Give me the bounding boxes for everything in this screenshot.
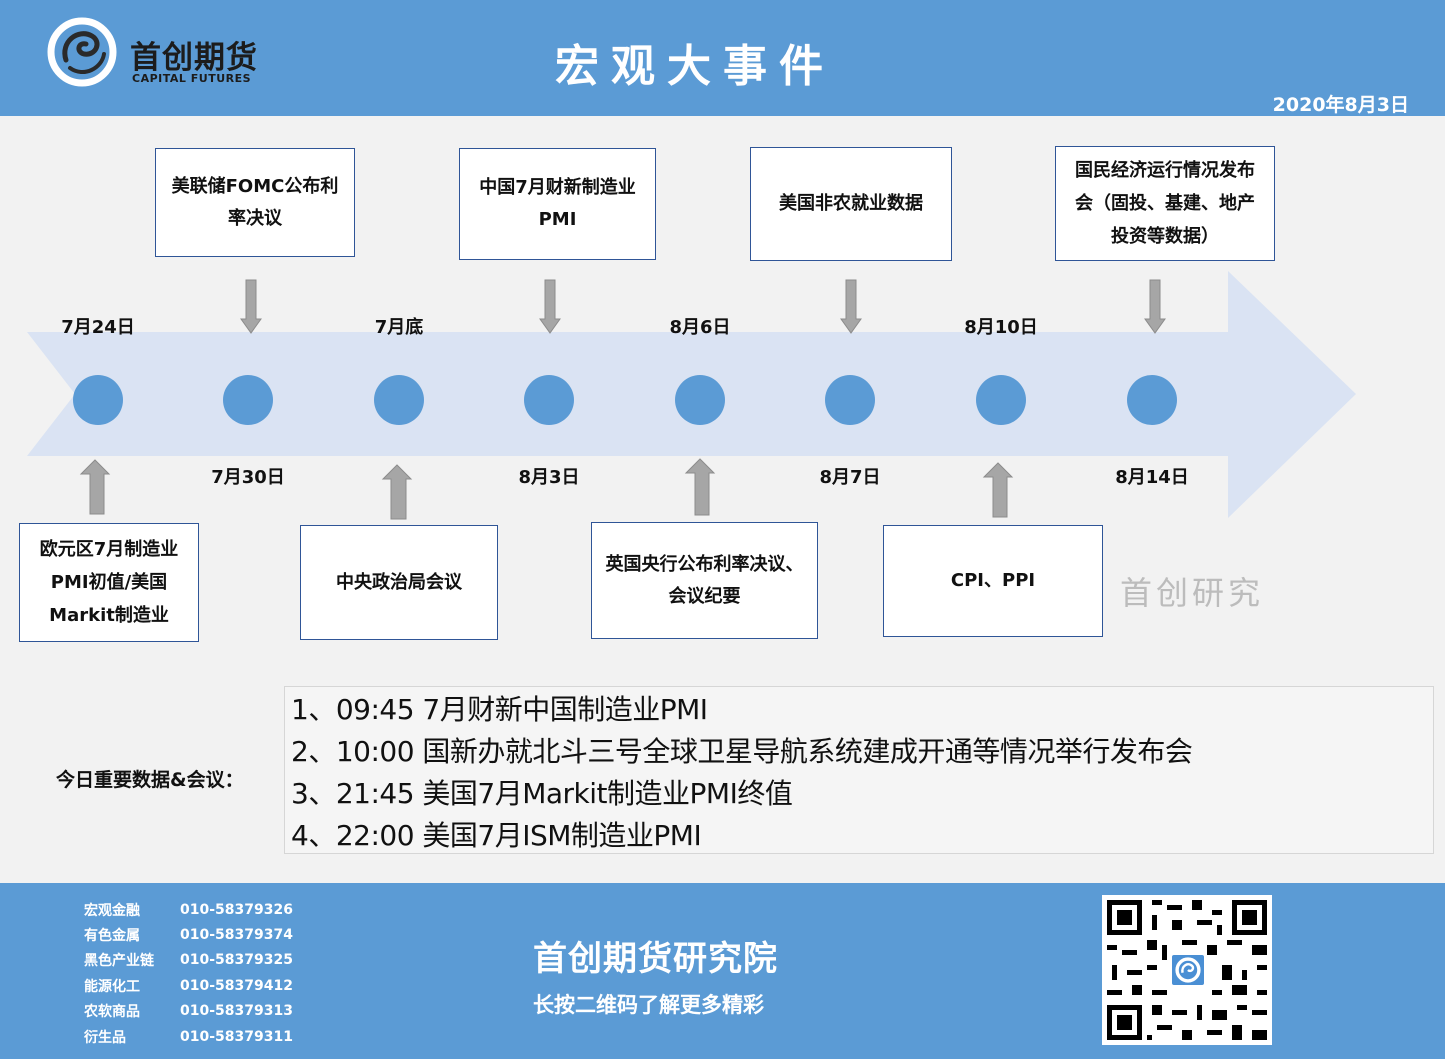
- event-text: 率决议: [227, 207, 282, 229]
- event-text: 国民经济运行情况发布: [1075, 160, 1255, 181]
- timeline-dot: [524, 375, 574, 425]
- event-text: PMI: [538, 209, 577, 230]
- timeline-dot: [976, 375, 1026, 425]
- contact-phone[interactable]: 010-58379374: [180, 927, 293, 943]
- contact-phone[interactable]: 010-58379326: [180, 902, 293, 918]
- timeline-dot: [73, 375, 123, 425]
- contact-department: 农软商品: [84, 1004, 140, 1021]
- event-box-cpi-ppi: CPI、PPI: [883, 525, 1103, 637]
- contact-row: 有色金属 010-58379374: [84, 922, 293, 947]
- contact-phone[interactable]: 010-58379325: [180, 952, 293, 968]
- event-box-nonfarm: 美国非农就业数据: [750, 147, 952, 261]
- event-text: 英国央行公布利率决议、: [605, 553, 804, 575]
- event-text: CPI、PPI: [950, 570, 1036, 591]
- event-text: 美国非农就业数据: [779, 193, 923, 214]
- contact-row: 黑色产业链 010-58379325: [84, 948, 293, 973]
- down-arrow-icon: [539, 279, 561, 334]
- schedule-item: 4、22:00 美国7月ISM制造业PMI: [291, 819, 702, 852]
- up-arrow-icon: [79, 459, 111, 515]
- contact-department: 衍生品: [84, 1029, 126, 1046]
- today-label: 今日重要数据&会议：: [56, 769, 244, 791]
- logo-swirl-icon: [1175, 957, 1201, 983]
- event-text: Markit制造业: [49, 605, 169, 626]
- date-label-top: 8月6日: [669, 317, 731, 338]
- contact-phone[interactable]: 010-58379311: [180, 1029, 293, 1045]
- down-arrow-icon: [1144, 279, 1166, 334]
- contact-row: 能源化工 010-58379412: [84, 973, 293, 998]
- date-label-bottom: 7月30日: [211, 467, 285, 488]
- event-box-caixin-pmi: 中国7月财新制造业 PMI: [459, 148, 656, 260]
- report-date: 2020年8月3日: [1272, 94, 1409, 116]
- timeline-dot: [825, 375, 875, 425]
- date-label-top: 7月底: [374, 317, 424, 338]
- event-text: 美联储FOMC公布利: [171, 175, 339, 197]
- contact-department: 黑色产业链: [84, 953, 154, 970]
- contact-department: 宏观金融: [84, 902, 140, 919]
- contact-row: 宏观金融 010-58379326: [84, 897, 293, 922]
- down-arrow-icon: [240, 279, 262, 334]
- event-box-eurozone-pmi: 欧元区7月制造业 PMI初值/美国 Markit制造业: [19, 523, 199, 642]
- qr-logo-icon: [1170, 953, 1206, 987]
- date-label-bottom: 8月14日: [1115, 467, 1189, 488]
- header-banner: 首创期货 CAPITAL FUTURES 宏观大事件 2020年8月3日: [0, 0, 1445, 116]
- contact-department: 能源化工: [84, 978, 140, 995]
- timeline-dot: [675, 375, 725, 425]
- contact-phone[interactable]: 010-58379313: [180, 1003, 293, 1019]
- qr-code[interactable]: [1102, 895, 1272, 1045]
- event-text: PMI初值/美国: [50, 572, 168, 593]
- event-text: 会议纪要: [668, 585, 741, 607]
- watermark-text: 首创研究: [1120, 574, 1265, 612]
- date-label-bottom: 8月3日: [518, 467, 580, 488]
- event-text: 欧元区7月制造业: [39, 539, 179, 560]
- contact-list: 宏观金融 010-58379326 有色金属 010-58379374 黑色产业链 0…: [84, 897, 293, 1049]
- event-text: 投资等数据）: [1111, 226, 1219, 247]
- up-arrow-icon: [684, 458, 716, 516]
- event-box-boe-rate: 英国央行公布利率决议、 会议纪要: [591, 522, 818, 639]
- event-box-economy-briefing: 国民经济运行情况发布 会（固投、基建、地产 投资等数据）: [1055, 146, 1275, 261]
- date-label-bottom: 8月7日: [819, 467, 881, 488]
- down-arrow-icon: [840, 279, 862, 334]
- event-box-politburo: 中央政治局会议: [300, 525, 498, 640]
- event-box-fomc: 美联储FOMC公布利 率决议: [155, 148, 355, 257]
- contact-row: 衍生品 010-58379311: [84, 1024, 293, 1049]
- date-label-top: 8月10日: [964, 317, 1038, 338]
- schedule-item: 2、10:00 国新办就北斗三号全球卫星导航系统建成开通等情况举行发布会: [291, 735, 1193, 768]
- today-schedule-panel: 1、09:45 7月财新中国制造业PMI 2、10:00 国新办就北斗三号全球卫…: [284, 686, 1434, 854]
- timeline-dot: [223, 375, 273, 425]
- footer-banner: 宏观金融 010-58379326 有色金属 010-58379374 黑色产业链 0…: [0, 883, 1445, 1059]
- up-arrow-icon: [982, 462, 1014, 518]
- page-title: 宏观大事件: [555, 41, 835, 92]
- event-text: 会（固投、基建、地产: [1075, 193, 1255, 214]
- contact-phone[interactable]: 010-58379412: [180, 978, 293, 994]
- footer-subtitle: 长按二维码了解更多精彩: [533, 993, 764, 1017]
- up-arrow-icon: [381, 464, 413, 520]
- footer-institute-name: 首创期货研究院: [533, 939, 778, 979]
- event-text: 中国7月财新制造业: [479, 177, 636, 198]
- timeline-dot: [1127, 375, 1177, 425]
- event-text: 中央政治局会议: [336, 571, 462, 593]
- contact-row: 农软商品 010-58379313: [84, 999, 293, 1024]
- schedule-item: 1、09:45 7月财新中国制造业PMI: [291, 693, 708, 726]
- contact-department: 有色金属: [84, 928, 140, 945]
- date-label-top: 7月24日: [61, 317, 135, 338]
- timeline-dot: [374, 375, 424, 425]
- schedule-item: 3、21:45 美国7月Markit制造业PMI终值: [291, 777, 793, 810]
